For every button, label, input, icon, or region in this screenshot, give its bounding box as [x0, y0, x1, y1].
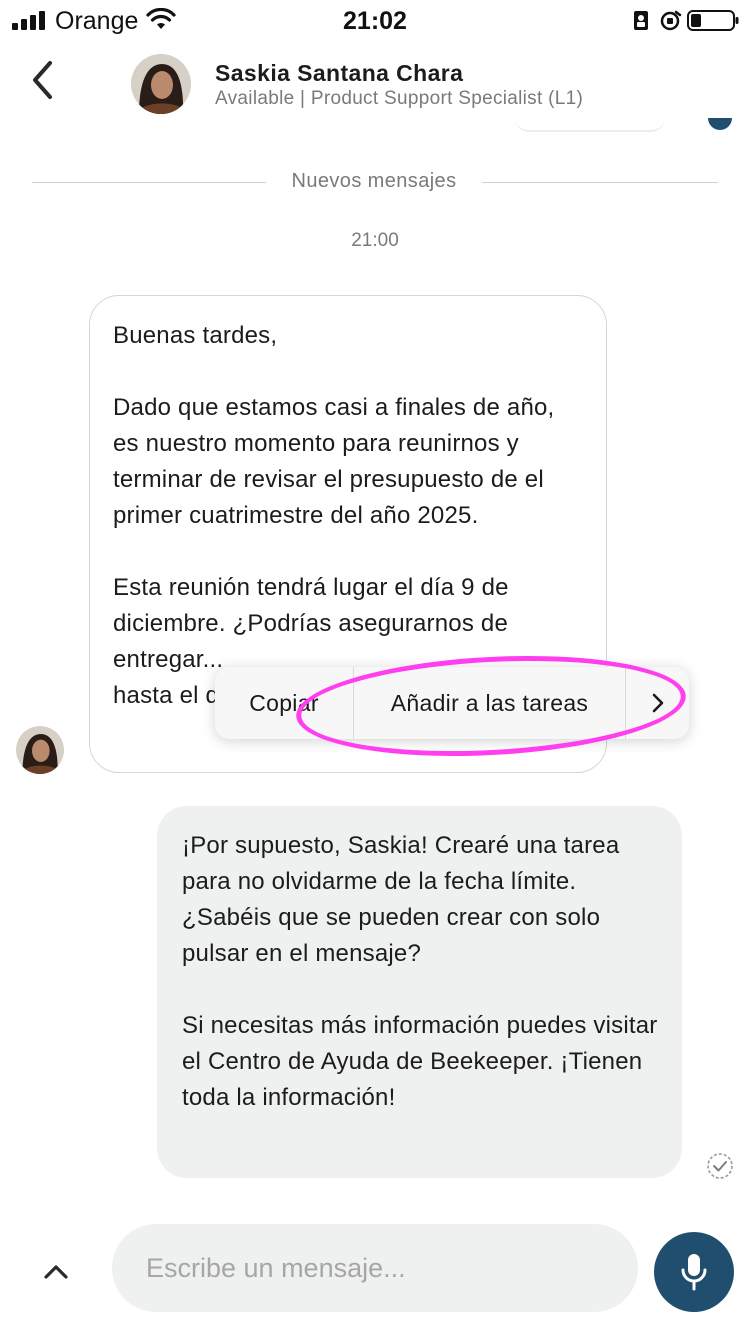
message-context-menu: Copiar Añadir a las tareas	[215, 667, 689, 739]
avatar-image	[16, 726, 64, 774]
chevron-up-icon	[44, 1265, 68, 1279]
battery-icon	[687, 10, 739, 31]
add-to-tasks-menu-item[interactable]: Añadir a las tareas	[354, 667, 626, 739]
status-icons	[634, 10, 739, 31]
read-check-icon	[707, 1153, 733, 1179]
divider-line-right	[482, 182, 718, 183]
more-options-button[interactable]	[626, 667, 689, 739]
incoming-message-text: Buenas tardes, Dado que estamos casi a f…	[113, 322, 555, 709]
previous-message-edge	[515, 118, 665, 132]
divider-line-left	[32, 182, 266, 183]
back-chevron-icon	[33, 61, 52, 99]
voice-message-button[interactable]	[654, 1232, 734, 1312]
outgoing-message-text: ¡Por supuesto, Saskia! Crearé una tarea …	[182, 832, 658, 1111]
contact-name[interactable]: Saskia Santana Chara	[215, 60, 463, 87]
copy-menu-item[interactable]: Copiar	[215, 667, 354, 739]
new-messages-label: Nuevos mensajes	[291, 170, 457, 192]
chat-header: Saskia Santana Chara Available | Product…	[0, 42, 750, 130]
message-timestamp: 21:00	[351, 230, 399, 251]
status-bar: Orange 21:02	[0, 0, 750, 42]
contact-status: Available | Product Support Specialist (…	[215, 88, 584, 109]
new-messages-divider: Nuevos mensajes	[32, 170, 718, 196]
outgoing-message-bubble[interactable]: ¡Por supuesto, Saskia! Crearé una tarea …	[157, 806, 682, 1178]
microphone-icon	[681, 1254, 707, 1291]
portrait-lock-icon	[634, 11, 648, 30]
chevron-right-icon	[652, 693, 663, 713]
contact-avatar[interactable]	[131, 54, 191, 114]
message-input[interactable]	[112, 1224, 638, 1312]
back-button[interactable]	[20, 56, 64, 104]
sender-avatar[interactable]	[16, 726, 64, 774]
alarm-icon	[660, 10, 682, 31]
avatar-image	[131, 54, 191, 114]
expand-composer-button[interactable]	[36, 1252, 76, 1292]
